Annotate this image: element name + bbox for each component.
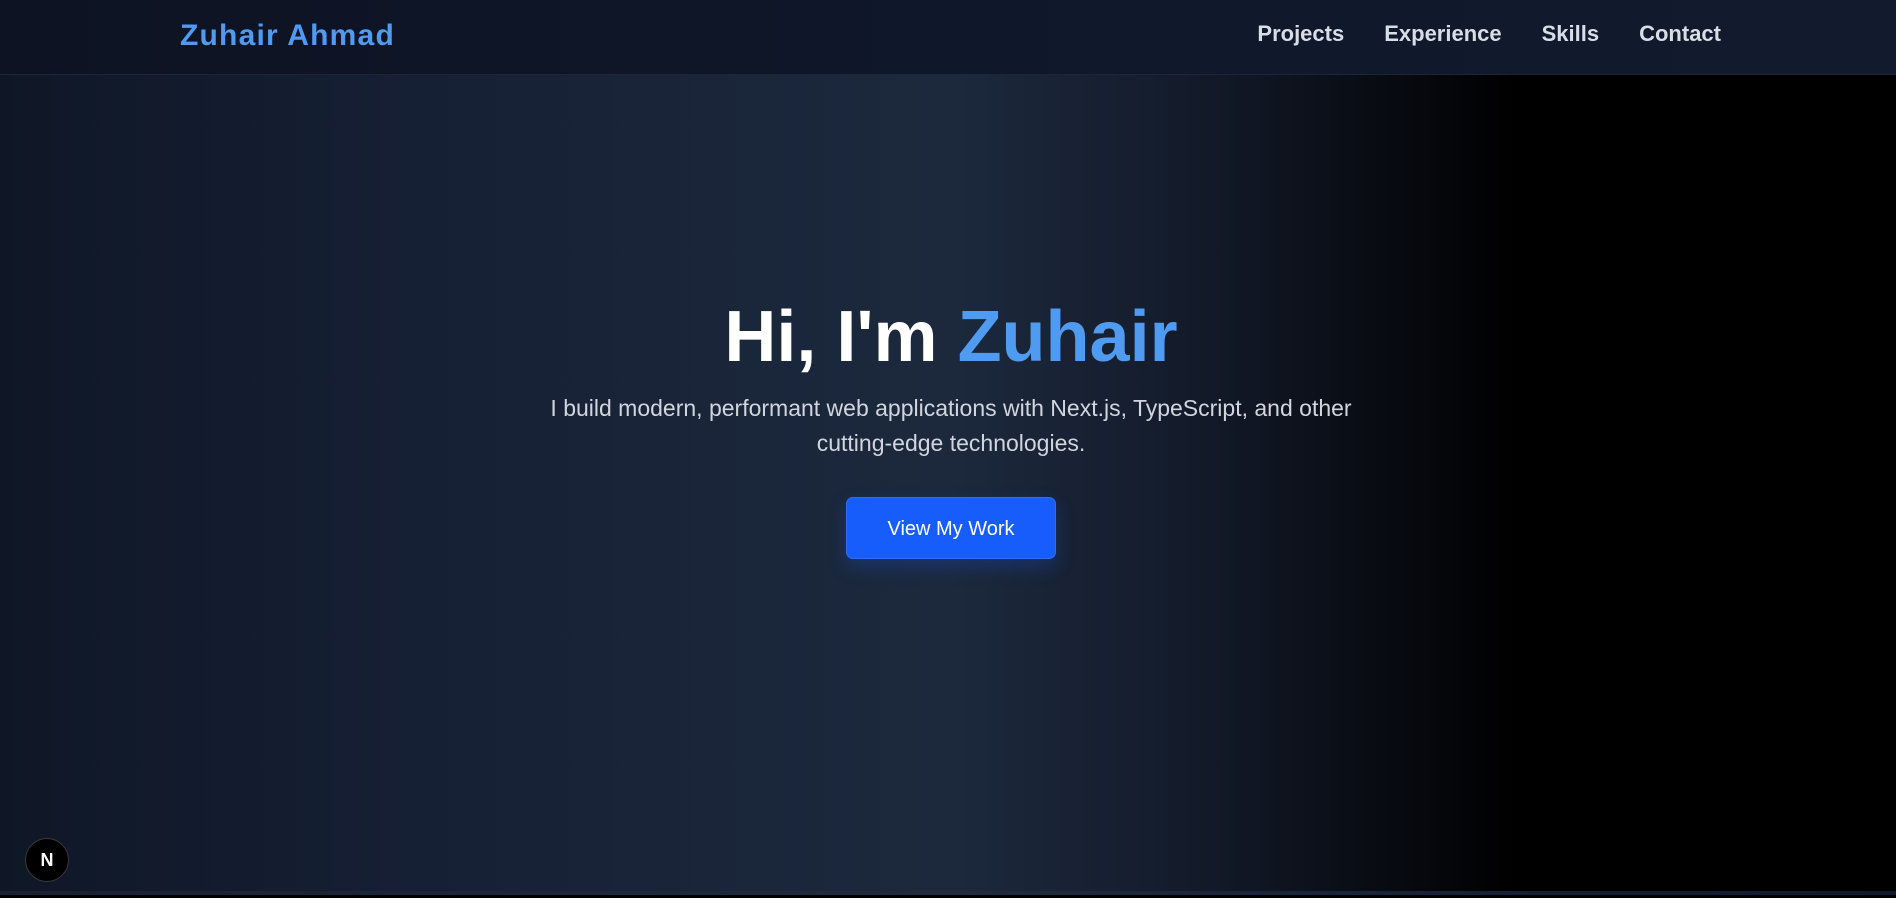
nav-link-skills[interactable]: Skills — [1542, 20, 1599, 48]
brand-logo-link[interactable]: Zuhair Ahmad — [180, 18, 395, 54]
main-nav: Projects Experience Skills Contact — [1257, 20, 1721, 48]
hero-subtitle: I build modern, performant web applicati… — [550, 395, 1352, 456]
hero-content: Hi, I'm Zuhair I build modern, performan… — [0, 295, 1896, 559]
hero-name: Zuhair — [957, 297, 1178, 377]
nav-link-experience[interactable]: Experience — [1384, 20, 1501, 48]
section-divider — [0, 891, 1896, 895]
hero-greeting: Hi, I'm — [724, 297, 938, 377]
nav-link-contact[interactable]: Contact — [1639, 20, 1721, 48]
portfolio-page: Zuhair Ahmad Projects Experience Skills … — [0, 0, 1896, 898]
top-navbar: Zuhair Ahmad Projects Experience Skills … — [0, 0, 1896, 75]
hero-title: Hi, I'm Zuhair — [0, 295, 1896, 379]
nextjs-logo-icon[interactable]: N — [25, 838, 69, 882]
hero-section: Hi, I'm Zuhair I build modern, performan… — [0, 75, 1896, 895]
nav-link-projects[interactable]: Projects — [1257, 20, 1344, 48]
view-my-work-button[interactable]: View My Work — [846, 497, 1056, 559]
